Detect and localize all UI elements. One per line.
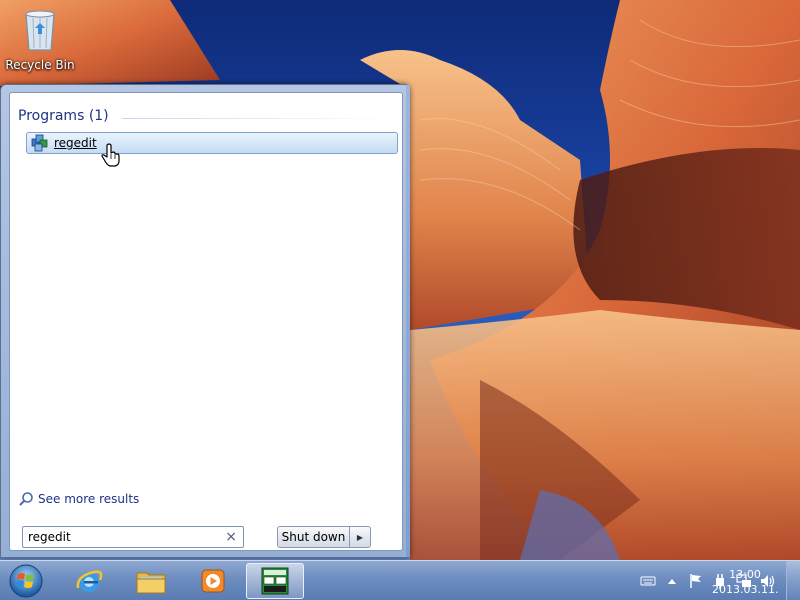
result-item-label: regedit [54, 136, 97, 150]
start-menu-edge [406, 85, 410, 557]
internet-explorer-icon [76, 570, 103, 592]
shutdown-options-arrow-icon[interactable]: ▶ [350, 526, 371, 548]
taskbar-windows-explorer[interactable] [122, 563, 180, 599]
keyboard-icon[interactable] [640, 573, 656, 589]
group-divider [122, 118, 394, 119]
show-hidden-icons-arrow[interactable] [664, 573, 680, 589]
see-more-label: See more results [38, 492, 140, 506]
windows-orb-icon [9, 564, 43, 598]
recycle-bin-icon [25, 10, 55, 51]
action-center-flag-icon[interactable] [688, 573, 704, 589]
recycle-bin-label: Recycle Bin [5, 58, 75, 72]
desktop-icon-recycle-bin[interactable]: Recycle Bin [4, 4, 76, 72]
search-box[interactable]: × [22, 526, 244, 548]
taskbar: 13:00 2013.03.11. [0, 560, 800, 600]
taskbar-internet-explorer[interactable] [60, 563, 118, 599]
folder-icon [136, 572, 166, 594]
see-more-results-link[interactable]: See more results [18, 491, 139, 507]
show-desktop-button[interactable] [786, 561, 800, 600]
shutdown-button[interactable]: Shut down [277, 526, 350, 548]
hand-cursor-icon [101, 143, 120, 167]
search-icon [19, 492, 33, 506]
start-button[interactable] [4, 563, 48, 599]
start-menu: Programs (1) regedit See more results × … [0, 84, 410, 558]
tray-clock[interactable]: 13:00 2013.03.11. [712, 567, 778, 597]
search-results-pane: Programs (1) regedit See more results × … [9, 92, 403, 551]
media-player-icon [201, 569, 225, 593]
shutdown-group: Shut down ▶ [277, 526, 371, 548]
clear-search-icon[interactable]: × [225, 529, 237, 545]
app-window-icon [261, 567, 289, 595]
results-group-header: Programs (1) [18, 108, 109, 124]
registry-editor-icon [31, 134, 48, 152]
result-item-regedit[interactable]: regedit [26, 132, 398, 154]
taskbar-active-app[interactable] [246, 563, 304, 599]
clock-time: 13:00 [729, 568, 761, 581]
clock-date: 2013.03.11. [712, 583, 779, 596]
taskbar-media-player[interactable] [184, 563, 242, 599]
search-input[interactable] [28, 530, 214, 544]
